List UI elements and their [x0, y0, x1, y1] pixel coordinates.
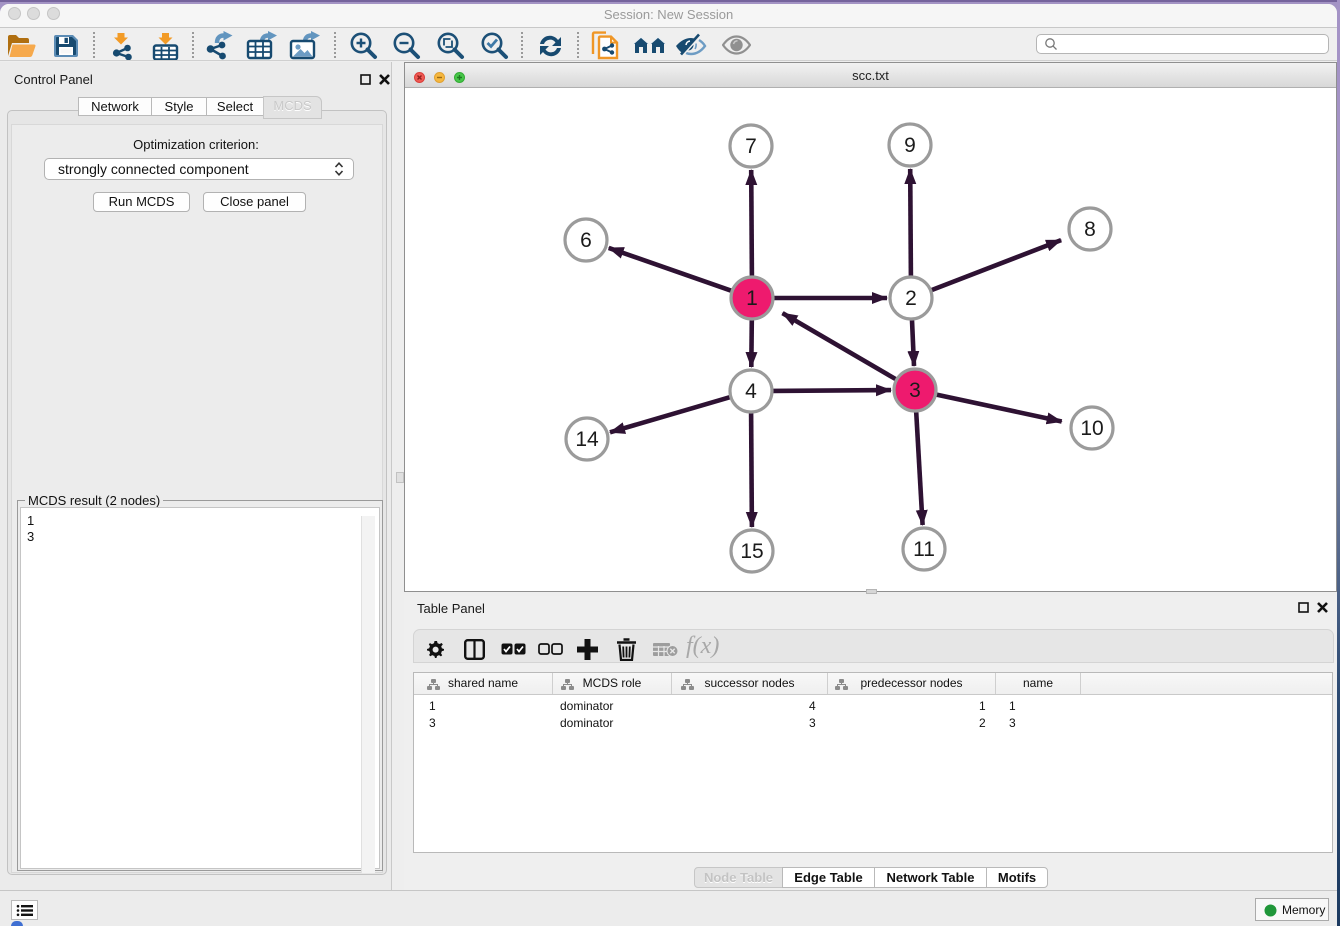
svg-text:8: 8 [1084, 218, 1096, 241]
svg-text:3: 3 [909, 379, 921, 402]
svg-text:1: 1 [746, 287, 758, 310]
svg-text:4: 4 [745, 380, 757, 403]
svg-text:10: 10 [1080, 417, 1103, 440]
svg-text:9: 9 [904, 134, 916, 157]
svg-text:14: 14 [575, 428, 599, 451]
svg-text:15: 15 [740, 540, 763, 563]
svg-text:11: 11 [913, 538, 935, 561]
svg-text:7: 7 [745, 135, 757, 158]
svg-text:6: 6 [580, 229, 592, 252]
svg-text:2: 2 [905, 287, 917, 310]
